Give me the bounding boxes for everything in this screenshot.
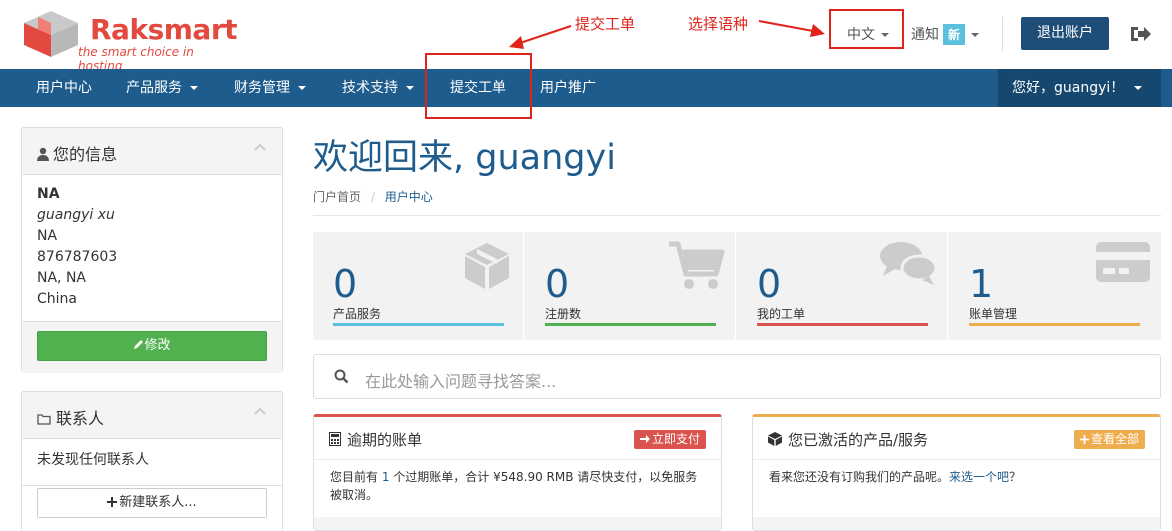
search-icon bbox=[334, 369, 349, 384]
chevron-down-icon bbox=[406, 86, 414, 90]
nav-item-products[interactable]: 产品服务 bbox=[126, 69, 198, 107]
cart-icon bbox=[669, 241, 725, 289]
main-nav: 用户中心 产品服务 财务管理 技术支持 提交工单 用户推广 bbox=[0, 69, 1172, 107]
top-header: Raksmart the smart choice in hosting 提交工… bbox=[0, 0, 1172, 73]
chevron-up-icon bbox=[254, 143, 266, 151]
active-products-card: 您已激活的产品/服务 查看全部 看来您还没有订购我们的产品呢。来选一个吧？ bbox=[752, 414, 1161, 531]
stat-label: 产品服务 bbox=[333, 307, 382, 321]
brand-name: Raksmart bbox=[90, 13, 238, 46]
active-card-header: 您已激活的产品/服务 查看全部 bbox=[753, 417, 1160, 460]
notifications-dropdown[interactable]: 通知新 bbox=[911, 24, 980, 45]
cube-icon bbox=[465, 243, 509, 289]
pencil-icon bbox=[134, 340, 144, 349]
annotation-arrow-icon bbox=[758, 20, 825, 37]
comments-icon bbox=[880, 242, 937, 285]
annotation-highlight-box bbox=[425, 53, 532, 119]
info-city: NA, NA bbox=[37, 270, 86, 286]
stat-number: 1 bbox=[969, 262, 994, 306]
chevron-down-icon bbox=[881, 33, 889, 37]
page-title: 欢迎回来, guangyi bbox=[313, 138, 616, 178]
contacts-empty-text: 未发现任何联系人 bbox=[22, 439, 282, 486]
order-link[interactable]: 来选一个吧 bbox=[949, 470, 1009, 484]
credit-card-icon bbox=[1096, 242, 1150, 282]
stat-bar bbox=[545, 323, 716, 326]
sign-out-icon[interactable] bbox=[1129, 25, 1151, 43]
plus-icon bbox=[107, 497, 118, 507]
overdue-invoices-card: 逾期的账单 立即支付 您目前有 1 个过期账单，合计 ¥548.90 RMB 请… bbox=[313, 414, 722, 531]
contacts-panel: 联系人 未发现任何联系人 新建联系人... bbox=[21, 391, 283, 531]
divider bbox=[313, 215, 1161, 216]
chevron-down-icon bbox=[190, 86, 198, 90]
contacts-panel-header[interactable]: 联系人 bbox=[22, 392, 282, 439]
info-address: NA bbox=[37, 228, 58, 244]
card-footer bbox=[314, 517, 721, 530]
active-card-text: 看来您还没有订购我们的产品呢。来选一个吧？ bbox=[769, 470, 1022, 484]
user-menu[interactable]: 您好，guangyi！ bbox=[998, 69, 1161, 107]
breadcrumb-home[interactable]: 门户首页 bbox=[313, 190, 361, 204]
info-name: guangyi xu bbox=[37, 207, 115, 223]
info-phone: 876787603 bbox=[37, 249, 118, 265]
logout-button[interactable]: 退出账户 bbox=[1021, 17, 1109, 50]
language-selector[interactable]: 中文 bbox=[829, 9, 904, 49]
stat-number: 0 bbox=[333, 262, 358, 306]
chevron-down-icon bbox=[298, 86, 306, 90]
new-badge: 新 bbox=[943, 24, 966, 45]
stat-number: 0 bbox=[545, 262, 570, 306]
nav-item-affiliates[interactable]: 用户推广 bbox=[540, 69, 596, 107]
cube-icon bbox=[768, 432, 782, 446]
annotation-choose-language: 选择语种 bbox=[688, 15, 749, 33]
stat-tile-invoices[interactable]: 1 账单管理 bbox=[949, 232, 1161, 340]
stat-number: 0 bbox=[757, 262, 782, 306]
calculator-icon bbox=[329, 432, 341, 446]
annotation-submit-ticket: 提交工单 bbox=[575, 15, 636, 33]
language-label: 中文 bbox=[847, 27, 875, 43]
stat-bar bbox=[969, 323, 1140, 326]
stat-label: 注册数 bbox=[545, 307, 582, 321]
stat-bar bbox=[333, 323, 504, 326]
view-all-button[interactable]: 查看全部 bbox=[1073, 430, 1145, 449]
info-details: NA guangyi xu NA 876787603 NA, NA China bbox=[22, 175, 282, 310]
chevron-down-icon bbox=[971, 33, 980, 37]
raksmart-logo[interactable]: Raksmart the smart choice in hosting bbox=[20, 9, 238, 73]
stat-label: 账单管理 bbox=[969, 307, 1018, 321]
card-footer bbox=[753, 517, 1160, 530]
logo-cube-icon bbox=[24, 11, 78, 57]
stat-tile-domains[interactable]: 0 注册数 bbox=[525, 232, 736, 340]
info-company: NA bbox=[37, 186, 60, 202]
user-icon bbox=[37, 147, 49, 161]
nav-item-user-center[interactable]: 用户中心 bbox=[36, 69, 92, 107]
info-panel-footer: 修改 bbox=[22, 321, 282, 373]
chevron-up-icon bbox=[254, 407, 266, 415]
stats-tiles: 0 产品服务 0 注册数 0 我的工单 1 账单管理 bbox=[313, 232, 1161, 340]
arrow-right-icon bbox=[639, 435, 650, 443]
notify-label: 通知 bbox=[911, 27, 939, 43]
nav-item-support[interactable]: 技术支持 bbox=[342, 69, 414, 107]
stat-tile-tickets[interactable]: 0 我的工单 bbox=[737, 232, 948, 340]
nav-item-billing[interactable]: 财务管理 bbox=[234, 69, 306, 107]
stat-bar bbox=[757, 323, 928, 326]
knowledgebase-search-input[interactable]: 在此处输入问题寻找答案... bbox=[313, 354, 1161, 399]
divider bbox=[1002, 17, 1003, 51]
pay-now-button[interactable]: 立即支付 bbox=[633, 430, 706, 449]
info-panel-header[interactable]: 您的信息 bbox=[22, 128, 282, 175]
chevron-down-icon bbox=[1134, 86, 1143, 90]
breadcrumb: 门户首页 / 用户中心 bbox=[313, 188, 433, 205]
edit-info-button[interactable]: 修改 bbox=[37, 331, 267, 361]
folder-icon bbox=[37, 414, 51, 425]
search-placeholder: 在此处输入问题寻找答案... bbox=[365, 372, 557, 391]
annotation-arrow-icon bbox=[509, 25, 572, 49]
breadcrumb-current: 用户中心 bbox=[384, 190, 433, 204]
overdue-card-header: 逾期的账单 立即支付 bbox=[314, 417, 721, 460]
stat-tile-products[interactable]: 0 产品服务 bbox=[313, 232, 524, 340]
info-panel: 您的信息 NA guangyi xu NA 876787603 NA, NA C… bbox=[21, 127, 283, 373]
stat-label: 我的工单 bbox=[757, 307, 806, 321]
overdue-card-text: 您目前有 1 个过期账单，合计 ¥548.90 RMB 请尽快支付，以免服务被取… bbox=[330, 470, 698, 502]
new-contact-button[interactable]: 新建联系人... bbox=[37, 488, 267, 518]
plus-icon bbox=[1079, 435, 1089, 444]
info-country: China bbox=[37, 291, 77, 307]
breadcrumb-separator: / bbox=[370, 190, 375, 204]
